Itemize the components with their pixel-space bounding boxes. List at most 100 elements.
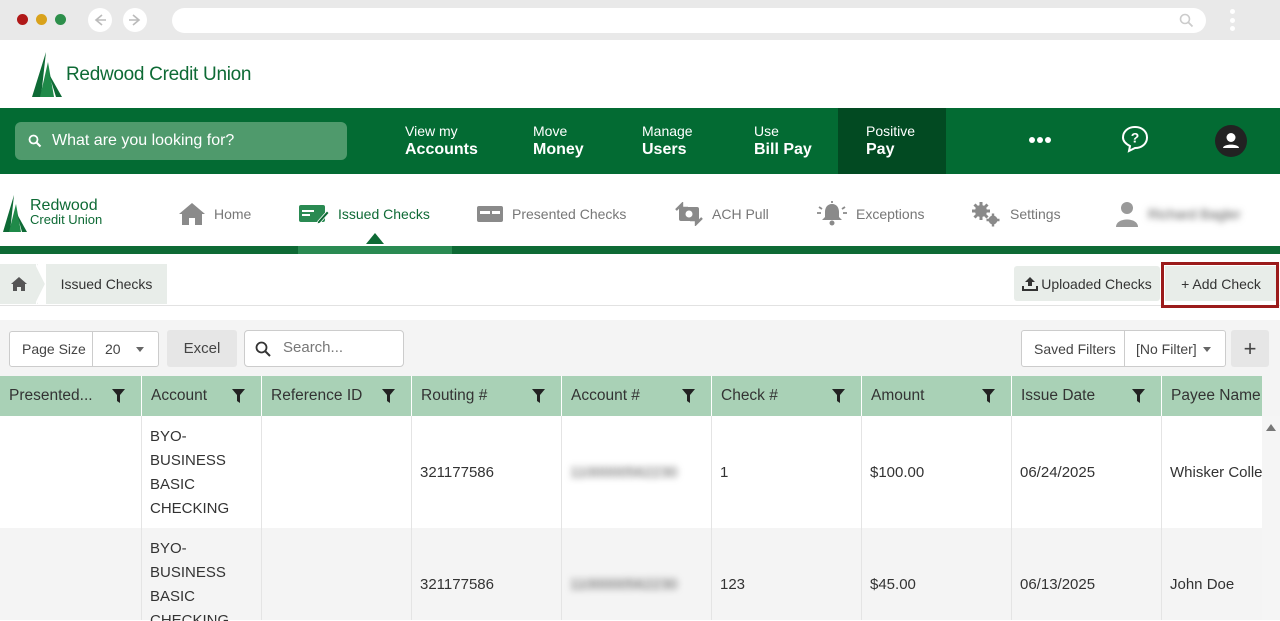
filter-icon[interactable] xyxy=(232,389,245,403)
table-row[interactable]: BYO- BUSINESS BASIC CHECKING 321177586 1… xyxy=(0,528,1262,621)
page-size-value: 20 xyxy=(105,341,121,357)
issue-date-cell: 06/24/2025 xyxy=(1020,464,1096,481)
user-avatar-icon[interactable] xyxy=(1215,125,1247,157)
column-header-amount[interactable]: Amount xyxy=(862,376,1012,416)
account-cell: BYO- BUSINESS BASIC CHECKING xyxy=(150,425,229,521)
menu-label-line1: Move xyxy=(533,123,568,139)
column-header-issue-date[interactable]: Issue Date xyxy=(1012,376,1162,416)
nav-presented-checks[interactable]: Presented Checks xyxy=(476,200,626,228)
table-search[interactable] xyxy=(244,330,404,367)
scroll-up-icon[interactable] xyxy=(1265,422,1277,432)
filter-icon[interactable] xyxy=(982,389,995,403)
global-search-input[interactable]: What are you looking for? xyxy=(15,122,347,160)
divider xyxy=(92,332,93,366)
check-number-cell: 1 xyxy=(720,464,729,481)
menu-label-line2: Bill Pay xyxy=(754,141,812,158)
account-number-cell: 1100000562230 xyxy=(570,576,678,593)
maximize-window-dot[interactable] xyxy=(55,14,66,25)
column-header-account[interactable]: Account xyxy=(142,376,262,416)
breadcrumb-current[interactable]: Issued Checks xyxy=(46,264,167,304)
saved-filters-value: [No Filter] xyxy=(1136,341,1197,357)
filter-icon[interactable] xyxy=(382,389,395,403)
filter-icon[interactable] xyxy=(832,389,845,403)
saved-filters-select[interactable]: Saved Filters [No Filter] xyxy=(1021,330,1226,367)
ach-transfer-icon xyxy=(674,202,704,226)
home-icon xyxy=(11,277,27,291)
column-header-payee[interactable]: Payee Name xyxy=(1162,376,1262,416)
account-line: BYO- xyxy=(150,428,187,445)
uploaded-checks-button[interactable]: Uploaded Checks xyxy=(1014,266,1160,301)
column-divider xyxy=(411,416,412,620)
ellipsis-icon[interactable] xyxy=(1028,136,1052,144)
table-search-input[interactable] xyxy=(283,339,393,356)
column-header-check-number[interactable]: Check # xyxy=(712,376,862,416)
filter-icon[interactable] xyxy=(682,389,695,403)
column-header-presented[interactable]: Presented... xyxy=(0,376,142,416)
account-line: BASIC xyxy=(150,588,196,605)
address-bar[interactable] xyxy=(172,8,1206,33)
account-cell: BYO- BUSINESS BASIC CHECKING xyxy=(150,537,229,621)
user-icon xyxy=(1114,200,1140,228)
routing-cell: 321177586 xyxy=(420,576,494,593)
close-window-dot[interactable] xyxy=(17,14,28,25)
column-divider xyxy=(141,416,142,620)
routing-cell: 321177586 xyxy=(420,464,494,481)
nav-user-profile[interactable]: Richard Bagler xyxy=(1114,200,1241,228)
nav-label: Home xyxy=(214,206,252,222)
chevron-down-icon xyxy=(1203,347,1211,352)
column-divider xyxy=(1011,416,1012,620)
breadcrumb-home[interactable] xyxy=(0,264,38,304)
menu-manage-users[interactable]: Manage Users xyxy=(642,122,693,160)
saved-filters-label: Saved Filters xyxy=(1034,341,1116,357)
column-label: Presented... xyxy=(9,387,93,404)
menu-positive-pay[interactable]: Positive Pay xyxy=(866,122,915,160)
menu-bill-pay[interactable]: Use Bill Pay xyxy=(754,122,812,160)
amount-cell: $100.00 xyxy=(870,464,925,481)
menu-label-line1: Positive xyxy=(866,123,916,139)
nav-ach-pull[interactable]: ACH Pull xyxy=(674,200,769,228)
filter-icon[interactable] xyxy=(1132,389,1145,403)
issue-date-cell: 06/13/2025 xyxy=(1020,576,1096,593)
payee-cell: John Doe xyxy=(1170,576,1235,593)
vertical-scrollbar[interactable] xyxy=(1262,416,1280,620)
nav-home[interactable]: Home xyxy=(178,200,251,228)
column-header-reference[interactable]: Reference ID xyxy=(262,376,412,416)
filter-icon[interactable] xyxy=(112,389,125,403)
divider xyxy=(1124,331,1125,366)
nav-exceptions[interactable]: Exceptions xyxy=(816,200,924,228)
app-brand-line2: Credit Union xyxy=(30,212,103,227)
nav-issued-checks[interactable]: Issued Checks xyxy=(298,200,430,228)
nav-label: Settings xyxy=(1010,206,1061,222)
nav-label: Issued Checks xyxy=(338,206,430,222)
active-tab-indicator xyxy=(366,233,384,244)
help-chat-icon[interactable]: ? xyxy=(1121,125,1149,153)
page-size-select[interactable]: Page Size 20 xyxy=(9,331,159,367)
account-line: BUSINESS xyxy=(150,564,226,581)
minimize-window-dot[interactable] xyxy=(36,14,47,25)
account-line: CHECKING xyxy=(150,612,230,621)
menu-move-money[interactable]: Move Money xyxy=(533,122,584,160)
browser-menu-icon[interactable] xyxy=(1229,9,1235,31)
excel-export-button[interactable]: Excel xyxy=(167,330,237,367)
add-filter-button[interactable]: + xyxy=(1231,330,1269,367)
column-divider xyxy=(261,416,262,620)
forward-button[interactable] xyxy=(123,8,147,32)
column-header-account-number[interactable]: Account # xyxy=(562,376,712,416)
chevron-down-icon xyxy=(136,347,144,352)
check-number-cell: 123 xyxy=(720,576,746,593)
menu-label-line2: Money xyxy=(533,141,584,158)
account-line: BUSINESS xyxy=(150,452,226,469)
uploaded-checks-label: Uploaded Checks xyxy=(1041,275,1152,292)
account-line: BASIC xyxy=(150,476,196,493)
back-button[interactable] xyxy=(88,8,112,32)
payee-cell: Whisker Colle xyxy=(1170,464,1262,481)
menu-view-accounts[interactable]: View my Accounts xyxy=(405,122,478,160)
nav-label: Exceptions xyxy=(856,206,925,222)
filter-icon[interactable] xyxy=(532,389,545,403)
nav-settings[interactable]: Settings xyxy=(970,200,1061,228)
table-row[interactable]: BYO- BUSINESS BASIC CHECKING 321177586 1… xyxy=(0,416,1262,528)
page-size-label: Page Size xyxy=(22,341,86,357)
column-label: Payee Name xyxy=(1171,387,1261,404)
column-header-routing[interactable]: Routing # xyxy=(412,376,562,416)
active-tab-underline xyxy=(298,246,452,254)
